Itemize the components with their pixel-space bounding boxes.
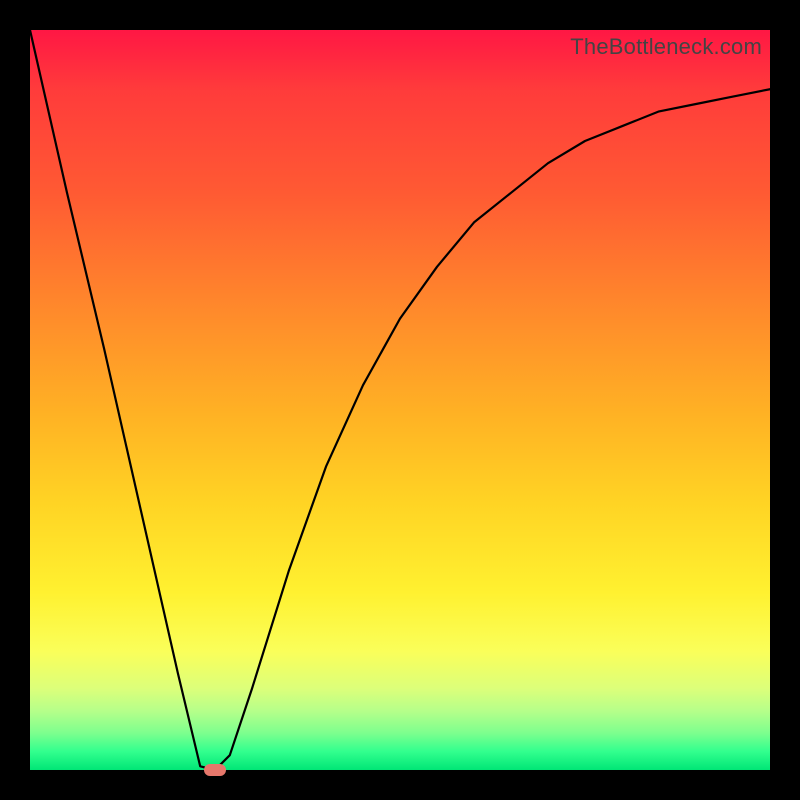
plot-area: TheBottleneck.com — [30, 30, 770, 770]
minimum-marker — [204, 764, 226, 776]
chart-frame: TheBottleneck.com — [0, 0, 800, 800]
bottleneck-curve — [30, 30, 770, 770]
